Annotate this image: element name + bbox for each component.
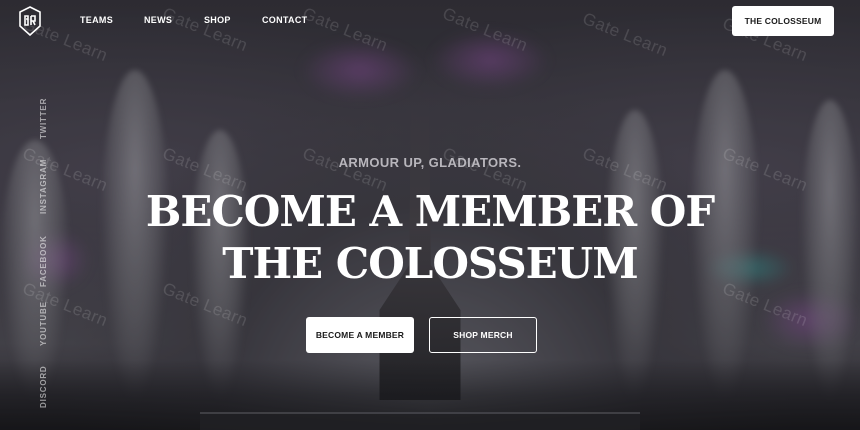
social-link-twitter[interactable]: TWITTER [39,98,48,139]
social-link-discord[interactable]: DISCORD [39,366,48,409]
nav-item-shop[interactable]: SHOP [204,15,231,25]
social-link-youtube[interactable]: YOUTUBE [39,301,48,346]
gladiators-logo-icon[interactable] [18,6,42,36]
nav-item-contact[interactable]: CONTACT [262,15,307,25]
shop-merch-button[interactable]: SHOP MERCH [429,317,537,353]
become-a-member-button[interactable]: BECOME A MEMBER [306,317,414,353]
nav-item-news[interactable]: NEWS [144,15,172,25]
hero-headline-line1: BECOME A MEMBER OF [145,187,715,236]
hero-tagline: ARMOUR UP, GLADIATORS. [338,155,522,170]
the-colosseum-button[interactable]: THE COLOSSEUM [732,6,834,36]
hero-headline-line2: THE COLOSSEUM [222,239,639,288]
nav-item-teams[interactable]: TEAMS [80,15,113,25]
